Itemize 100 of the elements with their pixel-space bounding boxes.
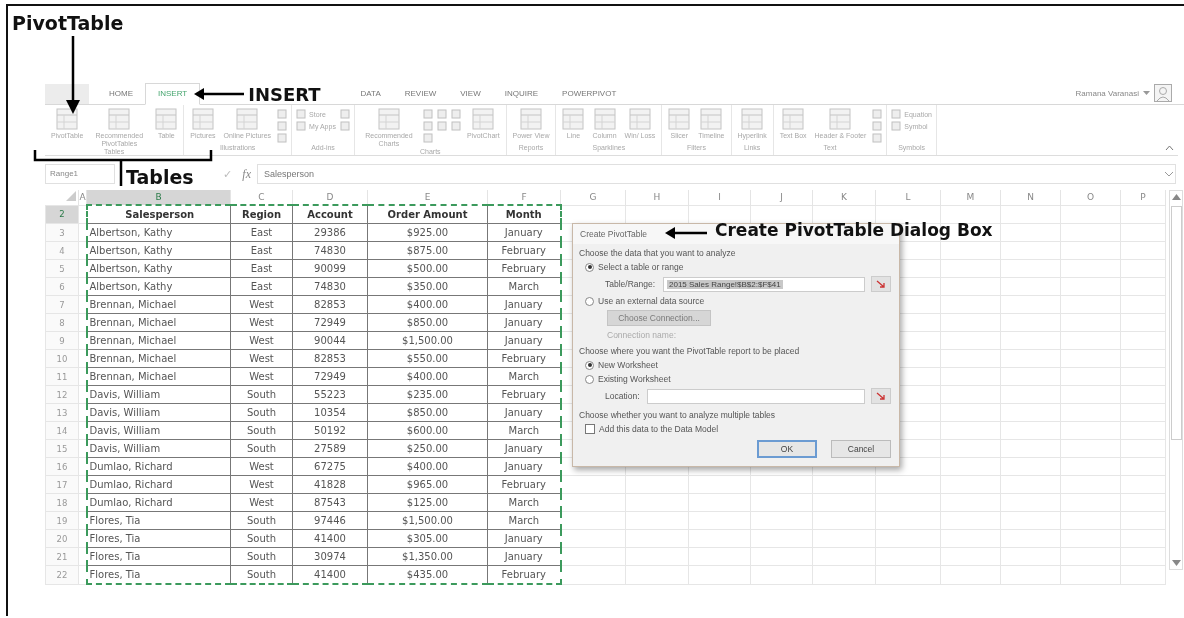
table-cell: January <box>487 313 561 332</box>
ribbon-tab[interactable]: DATA <box>348 84 393 104</box>
column-header[interactable]: F <box>487 190 561 205</box>
grid-icon <box>56 108 79 130</box>
radio-label[interactable]: Select a table or range <box>598 262 684 272</box>
column-header[interactable]: N <box>1000 190 1061 205</box>
ribbon-tab[interactable]: HOME <box>97 84 145 104</box>
collapse-icon[interactable] <box>1165 145 1174 151</box>
square-icon[interactable] <box>422 109 433 119</box>
function-label[interactable]: fx <box>242 166 251 182</box>
table-cell: 41828 <box>292 475 368 494</box>
table-cell: Dumlao, Richard <box>86 475 231 494</box>
column-header[interactable]: B <box>86 190 231 205</box>
square-icon[interactable] <box>277 109 288 119</box>
grid-icon <box>741 108 764 130</box>
table-cell: Salesperson <box>86 205 231 224</box>
square-icon[interactable] <box>296 109 307 119</box>
square-icon[interactable] <box>436 109 447 119</box>
table-cell: East <box>230 277 293 296</box>
table-cell: 74830 <box>292 277 368 296</box>
table-cell: South <box>230 511 293 530</box>
column-header[interactable]: M <box>940 190 1001 205</box>
grid-icon <box>236 108 259 130</box>
square-icon[interactable] <box>422 121 433 131</box>
check-mark[interactable]: ✓ <box>223 167 233 181</box>
row-header[interactable]: 2 <box>45 205 79 224</box>
annotation-label: INSERT <box>248 83 321 105</box>
column-header[interactable]: K <box>812 190 876 205</box>
square-icon[interactable] <box>450 109 461 119</box>
square-icon[interactable] <box>339 121 350 131</box>
square-icon[interactable] <box>450 121 461 131</box>
square-icon[interactable] <box>296 121 307 131</box>
radio-label[interactable]: New Worksheet <box>598 360 658 370</box>
table-cell: $400.00 <box>367 367 488 386</box>
checkbox[interactable] <box>585 424 595 434</box>
table-cell: January <box>487 439 561 458</box>
column-header[interactable]: C <box>230 190 293 205</box>
square-icon[interactable] <box>277 121 288 131</box>
table-cell: 72949 <box>292 313 368 332</box>
table-cell: January <box>487 331 561 350</box>
table-cell: January <box>487 457 561 476</box>
dialog-button[interactable]: Cancel <box>831 440 891 458</box>
scroll-thumb[interactable] <box>1170 206 1182 440</box>
grid-icon <box>191 108 214 130</box>
radio-button[interactable] <box>585 374 594 384</box>
checkbox-label[interactable]: Add this data to the Data Model <box>599 424 719 434</box>
left-arrow <box>194 88 245 100</box>
radio-button[interactable] <box>585 360 594 370</box>
column-header[interactable]: G <box>560 190 626 205</box>
square-icon[interactable] <box>436 121 447 131</box>
table-cell: March <box>487 277 561 296</box>
name-box[interactable]: Range1 <box>45 164 115 184</box>
column-header[interactable]: H <box>625 190 689 205</box>
column-header[interactable]: I <box>688 190 751 205</box>
column-header[interactable]: D <box>292 190 368 205</box>
table-cell: Davis, William <box>86 385 231 404</box>
dialog-button[interactable]: OK <box>757 440 817 458</box>
square-icon[interactable] <box>339 109 350 119</box>
radio-button[interactable] <box>585 262 594 272</box>
table-cell: $350.00 <box>367 277 488 296</box>
chevron-icon[interactable] <box>1164 171 1174 177</box>
grid-icon <box>472 108 495 130</box>
radio-label[interactable]: Use an external data source <box>598 296 705 306</box>
table-cell: West <box>230 493 293 512</box>
column-header[interactable]: A <box>78 190 87 205</box>
avatar-icon[interactable] <box>1154 84 1172 102</box>
square-icon[interactable] <box>277 133 288 143</box>
location-field[interactable] <box>647 388 865 404</box>
up-arrow-icon[interactable] <box>1171 194 1181 200</box>
column-header[interactable]: P <box>1120 190 1166 205</box>
radio-button[interactable] <box>585 296 594 306</box>
square-icon[interactable] <box>422 133 433 143</box>
range-select-button[interactable] <box>871 388 891 404</box>
square-icon[interactable] <box>891 109 902 119</box>
square-icon[interactable] <box>872 109 883 119</box>
ribbon-tab[interactable]: INQUIRE <box>492 84 551 104</box>
ribbon-tab[interactable]: INSERT <box>145 83 201 105</box>
vertical-scrollbar[interactable] <box>1169 190 1183 570</box>
down-arrow-icon[interactable] <box>1171 560 1181 566</box>
select-all-icon[interactable] <box>66 191 76 202</box>
table-cell: East <box>230 223 293 242</box>
table-cell: January <box>487 547 561 566</box>
radio-label[interactable]: Existing Worksheet <box>598 374 671 384</box>
ribbon-tab[interactable]: VIEW <box>448 84 493 104</box>
table-cell: Order Amount <box>367 205 488 224</box>
column-header[interactable]: J <box>750 190 813 205</box>
file-tab[interactable] <box>45 84 89 104</box>
table-cell: Month <box>487 205 561 224</box>
square-icon[interactable] <box>891 121 902 131</box>
ribbon-tab[interactable]: REVIEW <box>392 84 449 104</box>
square-icon[interactable] <box>872 133 883 143</box>
column-header[interactable]: L <box>875 190 941 205</box>
column-header[interactable]: E <box>367 190 488 205</box>
range-select-button[interactable] <box>871 276 891 292</box>
table-cell: South <box>230 529 293 548</box>
column-header[interactable]: O <box>1060 190 1121 205</box>
ribbon-tab[interactable]: POWERPIVOT <box>550 84 629 104</box>
range-field[interactable]: 2015 Sales Range!$B$2:$F$41 <box>663 276 865 292</box>
square-icon[interactable] <box>872 121 883 131</box>
formula-field[interactable]: Salesperson <box>257 164 1176 184</box>
